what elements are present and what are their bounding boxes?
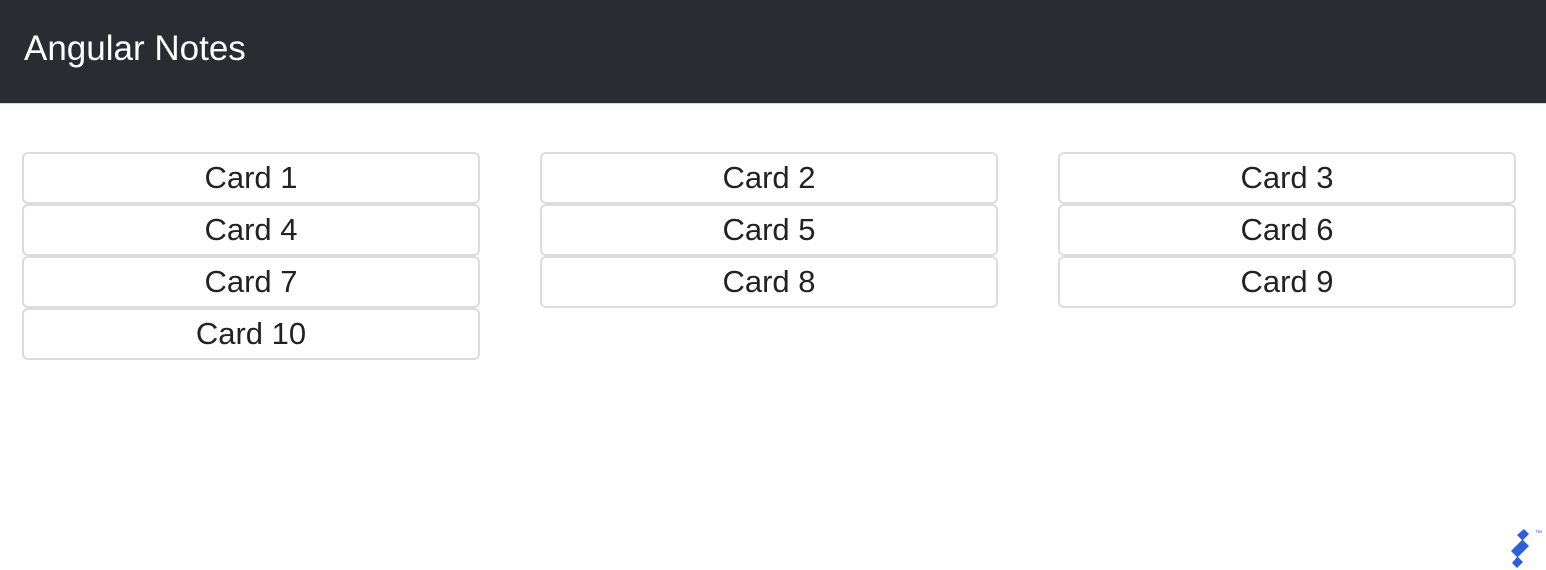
card-label: Card 2 [722, 160, 816, 195]
app-title[interactable]: Angular Notes [24, 28, 246, 70]
card-8[interactable]: Card 8 [540, 256, 998, 308]
card-label: Card 3 [1240, 160, 1334, 195]
card-1[interactable]: Card 1 [22, 152, 480, 204]
card-6[interactable]: Card 6 [1058, 204, 1516, 256]
card-5[interactable]: Card 5 [540, 204, 998, 256]
card-2[interactable]: Card 2 [540, 152, 998, 204]
card-3[interactable]: Card 3 [1058, 152, 1516, 204]
card-label: Card 7 [204, 264, 298, 299]
card-label: Card 10 [195, 316, 307, 351]
card-label: Card 6 [1240, 212, 1334, 247]
card-10[interactable]: Card 10 [22, 308, 480, 360]
card-label: Card 9 [1240, 264, 1334, 299]
card-label: Card 8 [722, 264, 816, 299]
toptal-logo-icon: ™ [1511, 529, 1542, 568]
cards-grid: Card 1 Card 2 Card 3 Card 4 Card 5 Card … [22, 152, 1516, 360]
card-label: Card 4 [204, 212, 298, 247]
navbar: Angular Notes [0, 0, 1546, 104]
card-label: Card 1 [204, 160, 298, 195]
card-label: Card 5 [722, 212, 816, 247]
card-9[interactable]: Card 9 [1058, 256, 1516, 308]
card-4[interactable]: Card 4 [22, 204, 480, 256]
svg-text:™: ™ [1535, 530, 1542, 537]
card-7[interactable]: Card 7 [22, 256, 480, 308]
